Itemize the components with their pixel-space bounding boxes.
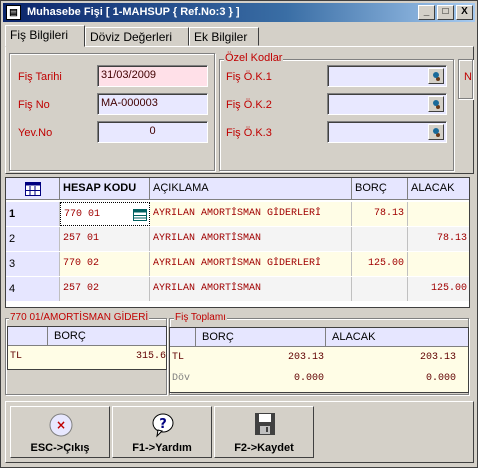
doviz-label: Döv (172, 373, 191, 384)
aciklama-cell[interactable]: AYRILAN AMORTİSMAN (150, 227, 352, 251)
grid-header-row: HESAP KODU AÇIKLAMA BORÇ ALACAK (6, 178, 469, 200)
maximize-button[interactable]: □ (437, 5, 454, 20)
tl-label: TL (172, 352, 185, 363)
col-aciklama[interactable]: AÇIKLAMA (150, 178, 352, 200)
currency-label: TL (10, 351, 23, 362)
fis-toplami-table: BORÇ ALACAK TL 203.13 203.13 Döv 0.000 0… (169, 327, 469, 393)
table-row[interactable]: 1 770 01 AYRILAN AMORTİSMAN GİDERLERİ 78… (6, 202, 469, 226)
doviz-borc-value: 0.000 (293, 373, 324, 384)
fis-ok3-field[interactable] (327, 121, 447, 143)
save-label: F2->Kaydet (234, 442, 294, 454)
aciklama-cell[interactable]: AYRILAN AMORTİSMAN (150, 277, 352, 301)
borc-cell[interactable]: 125.00 (352, 252, 408, 276)
fis-no-label: Fiş No (18, 99, 50, 111)
extra-label: N (464, 71, 472, 83)
fis-tarihi-label: Fiş Tarihi (18, 71, 62, 83)
account-borc-value: 315.6 (135, 351, 166, 362)
tab-fis-bilgileri[interactable]: Fiş Bilgileri (5, 25, 85, 47)
help-icon: ? (152, 413, 174, 438)
fis-no-field[interactable]: MA-000003 (97, 93, 208, 115)
table-row[interactable]: 2 257 01 AYRILAN AMORTİSMAN 78.13 (6, 227, 469, 251)
title-bar[interactable]: ▤ Muhasebe Fişi [ 1-MAHSUP { Ref.No:3 } … (3, 3, 475, 22)
account-balance-table: BORÇ TL 315.6 (7, 326, 167, 370)
tab-ek-bilgiler[interactable]: Ek Bilgiler (189, 27, 259, 46)
esc-exit-label: ESC->Çıkış (30, 442, 90, 454)
row-number: 3 (6, 252, 60, 276)
row-number: 4 (6, 277, 60, 301)
col-alacak-header: ALACAK (326, 328, 468, 347)
tab-doviz-degerleri[interactable]: Döviz Değerleri (85, 27, 189, 46)
minimize-button[interactable]: _ (418, 5, 435, 20)
tl-alacak-value: 203.13 (419, 352, 456, 363)
col-borc-header: BORÇ (196, 328, 326, 347)
button-bar: × ESC->Çıkış ? F1->Yardım F2->Kaydet (5, 401, 474, 463)
svg-text:?: ? (159, 417, 167, 432)
alacak-cell[interactable]: 78.13 (408, 227, 469, 251)
aciklama-cell[interactable]: AYRILAN AMORTİSMAN GİDERLERİ (150, 252, 352, 276)
help-label: F1->Yardım (132, 442, 192, 454)
hesap-kodu-cell[interactable]: 770 01 (60, 202, 150, 226)
col-borc-header: BORÇ (48, 327, 166, 346)
fis-ok2-label: Fiş Ö.K.2 (226, 99, 272, 111)
window-title: Muhasebe Fişi [ 1-MAHSUP { Ref.No:3 } ] (27, 6, 240, 18)
esc-exit-button[interactable]: × ESC->Çıkış (10, 406, 110, 458)
lookup-icon[interactable] (428, 124, 444, 140)
help-button[interactable]: ? F1->Yardım (112, 406, 212, 458)
muhasebe-fisi-window: ▤ Muhasebe Fişi [ 1-MAHSUP { Ref.No:3 } … (0, 0, 478, 468)
borc-cell[interactable]: 78.13 (352, 202, 408, 226)
save-button[interactable]: F2->Kaydet (214, 406, 314, 458)
ozel-kodlar-title: Özel Kodlar (224, 52, 284, 64)
fis-ok3-label: Fiş Ö.K.3 (226, 127, 272, 139)
lookup-icon[interactable] (428, 96, 444, 112)
hesap-kodu-cell[interactable]: 257 02 (60, 277, 150, 301)
hesap-kodu-cell[interactable]: 257 01 (60, 227, 150, 251)
fis-tarihi-field[interactable]: 31/03/2009 (97, 65, 208, 87)
col-hesap-kodu[interactable]: HESAP KODU (60, 178, 150, 200)
row-number: 1 (6, 202, 60, 226)
lookup-icon[interactable] (428, 68, 444, 84)
table-row[interactable]: 4 257 02 AYRILAN AMORTİSMAN 125.00 (6, 277, 469, 301)
alacak-cell[interactable]: 125.00 (408, 277, 469, 301)
fis-detail-grid[interactable]: HESAP KODU AÇIKLAMA BORÇ ALACAK 1 770 01… (5, 177, 470, 308)
close-button[interactable]: X (456, 5, 473, 20)
grid-menu-icon[interactable] (6, 178, 60, 200)
cancel-icon: × (49, 413, 73, 437)
col-alacak[interactable]: ALACAK (408, 178, 469, 200)
doviz-alacak-value: 0.000 (425, 373, 456, 384)
account-panel-title: 770 01/AMORTİSMAN GİDERİ (9, 312, 150, 323)
fis-ok1-label: Fiş Ö.K.1 (226, 71, 272, 83)
fis-ok1-field[interactable] (327, 65, 447, 87)
fis-toplami-title: Fiş Toplamı (174, 312, 227, 323)
borc-cell[interactable] (352, 277, 408, 301)
fis-ok2-field[interactable] (327, 93, 447, 115)
aciklama-cell[interactable]: AYRILAN AMORTİSMAN GİDERLERİ (150, 202, 352, 226)
app-icon: ▤ (6, 5, 21, 20)
tl-borc-value: 203.13 (287, 352, 324, 363)
svg-text:×: × (56, 418, 66, 432)
hesap-kodu-cell[interactable]: 770 02 (60, 252, 150, 276)
corner-cell (8, 327, 48, 346)
alacak-cell[interactable] (408, 202, 469, 226)
fis-bilgileri-panel: Fiş Tarihi 31/03/2009 Fiş No MA-000003 Y… (5, 46, 474, 174)
borc-cell[interactable] (352, 227, 408, 251)
grid-menu-icon[interactable] (133, 209, 147, 221)
yev-no-label: Yev.No (18, 127, 53, 139)
col-borc[interactable]: BORÇ (352, 178, 408, 200)
corner-cell (170, 328, 196, 347)
row-number: 2 (6, 227, 60, 251)
yev-no-field[interactable]: 0 (97, 121, 208, 143)
alacak-cell[interactable] (408, 252, 469, 276)
save-icon (255, 413, 275, 435)
table-row[interactable]: 3 770 02 AYRILAN AMORTİSMAN GİDERLERİ 12… (6, 252, 469, 276)
